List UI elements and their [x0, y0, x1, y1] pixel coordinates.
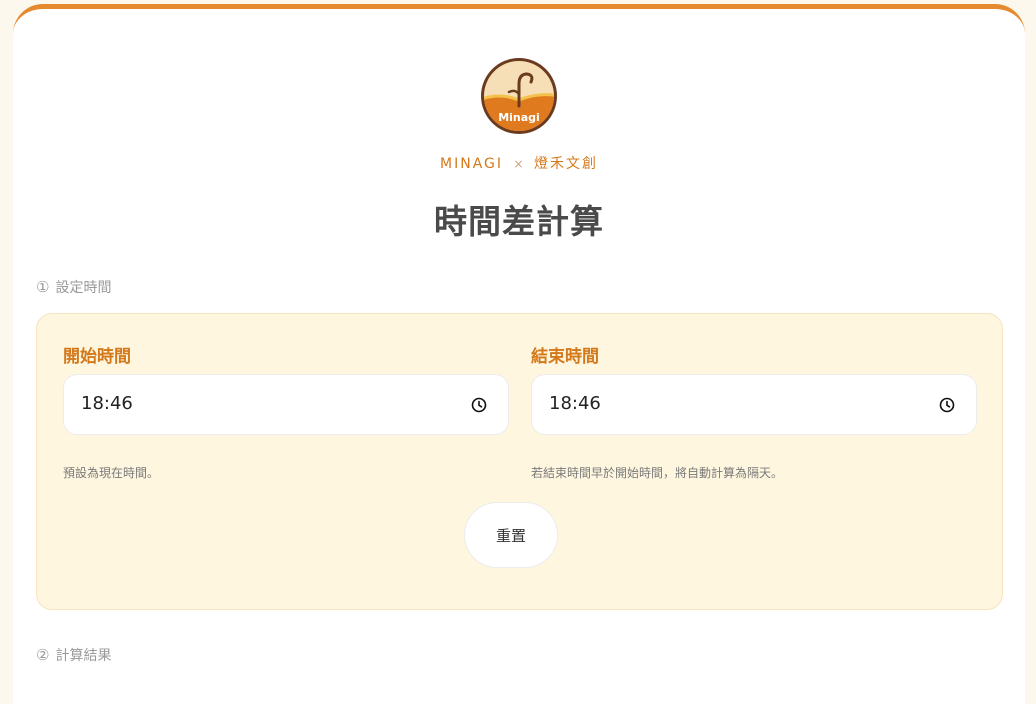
clock-icon[interactable] — [939, 397, 955, 413]
start-time-input[interactable]: 18:46 — [63, 374, 509, 435]
step-settings-number: ① — [36, 278, 50, 296]
brand-name: MINAGI — [440, 156, 504, 172]
step-settings: ① 設定時間 — [36, 277, 111, 297]
page-title: 時間差計算 — [434, 202, 604, 241]
end-time-input[interactable]: 18:46 — [531, 374, 977, 435]
reset-button[interactable]: 重置 — [464, 502, 558, 568]
start-time-hint: 預設為現在時間。 — [63, 466, 160, 480]
step-results: ② 計算結果 — [36, 645, 111, 665]
end-time-label: 結束時間 — [531, 347, 599, 367]
minagi-logo: Minagi — [481, 58, 557, 134]
start-time-value[interactable]: 18:46 — [81, 393, 133, 414]
brand-separator: × — [513, 157, 524, 171]
step-settings-label: 設定時間 — [55, 280, 112, 296]
start-time-label: 開始時間 — [63, 347, 131, 367]
end-time-value[interactable]: 18:46 — [549, 393, 601, 414]
brand-line: MINAGI × 燈禾文創 — [13, 153, 1025, 173]
step-results-number: ② — [36, 646, 50, 664]
settings-panel: 開始時間 18:46 預設為現在時間。 結束時間 18:46 若結束時間早於開始… — [36, 313, 1003, 610]
brand-partner: 燈禾文創 — [533, 156, 598, 172]
end-time-hint: 若結束時間早於開始時間，將自動計算為隔天。 — [531, 466, 784, 480]
main-card: Minagi MINAGI × 燈禾文創 時間差計算 ① 設定時間 開始時間 18… — [13, 4, 1025, 704]
step-results-label: 計算結果 — [55, 648, 112, 664]
logo-text: Minagi — [498, 111, 540, 124]
clock-icon[interactable] — [471, 397, 487, 413]
